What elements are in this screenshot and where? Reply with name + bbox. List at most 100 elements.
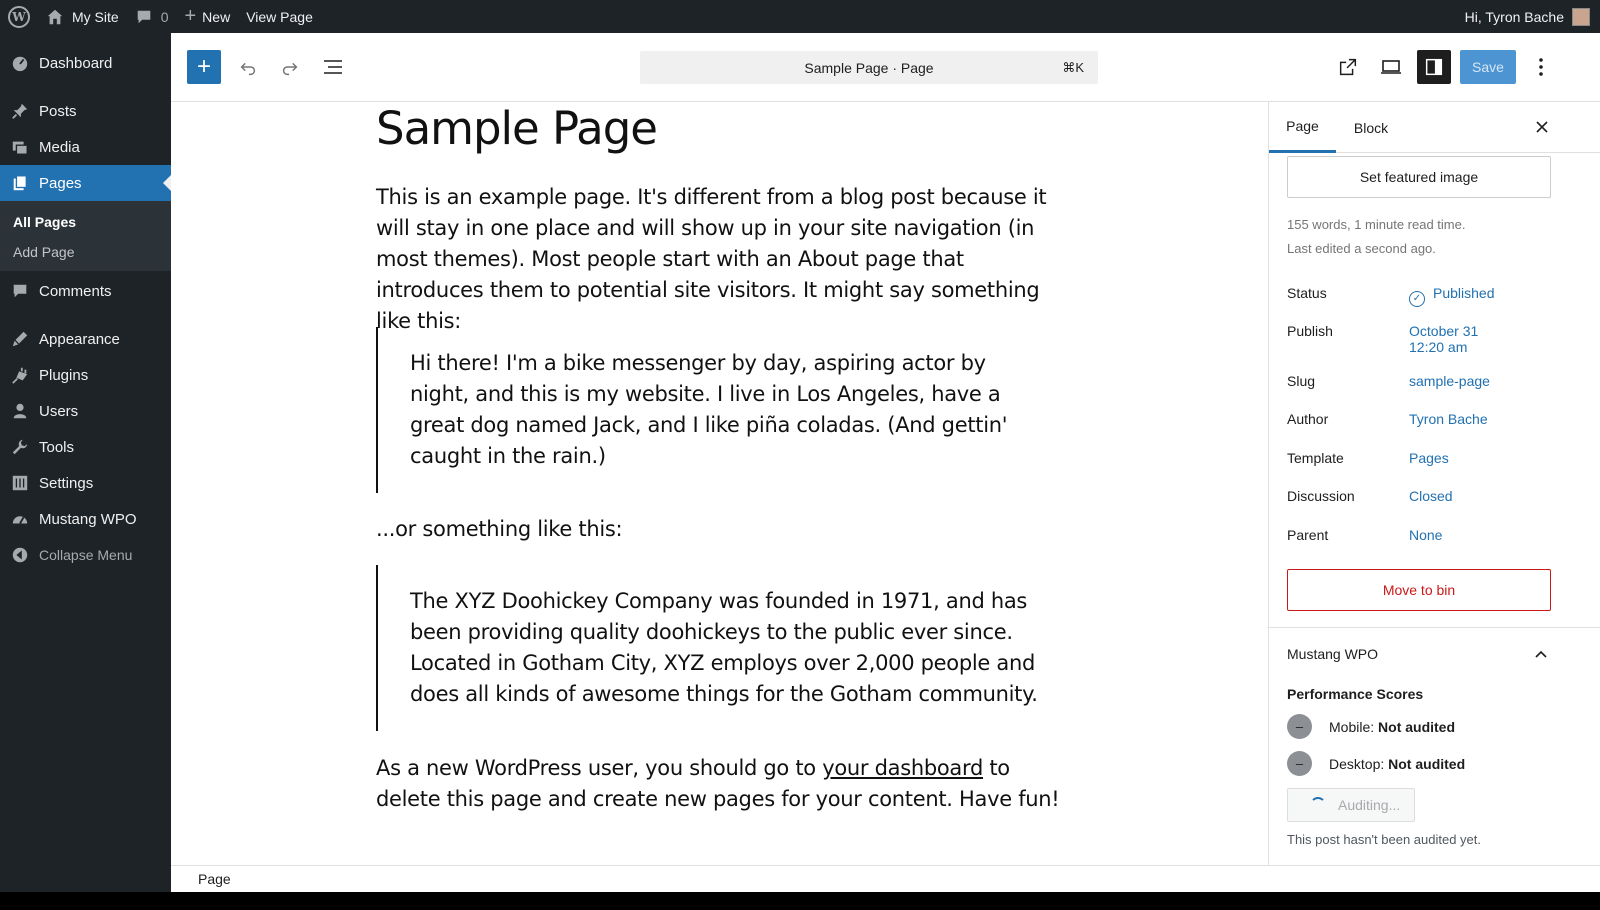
submenu-item-all-pages[interactable]: All Pages (0, 207, 171, 237)
admin-bar: W My Site 0 + New View Page Hi, Tyron Ba… (0, 0, 1600, 33)
editor-footer: Page (171, 865, 1600, 892)
sidebar-item-users[interactable]: Users (0, 393, 171, 429)
move-to-bin-button[interactable]: Move to bin (1287, 569, 1551, 611)
site-name-menu[interactable]: My Site (38, 0, 127, 33)
sidebar-item-label: Plugins (39, 366, 89, 384)
paragraph-text: As a new WordPress user, you should go t… (376, 756, 823, 780)
sidebar-item-label: Posts (39, 102, 77, 120)
sidebar-item-label: Comments (39, 282, 112, 300)
editor-header: + Sample Page · Page ⌘K Save (171, 33, 1600, 102)
greeting: Hi, Tyron Bache (1464, 8, 1564, 25)
plug-icon (10, 365, 30, 385)
slug-value[interactable]: sample-page (1409, 373, 1490, 389)
redo-button[interactable] (273, 50, 307, 84)
sidebar-item-media[interactable]: Media (0, 129, 171, 165)
set-featured-image-button[interactable]: Set featured image (1287, 156, 1551, 198)
command-palette-bar[interactable]: Sample Page · Page ⌘K (640, 51, 1098, 84)
sidebar-item-tools[interactable]: Tools (0, 429, 171, 465)
new-content-menu[interactable]: + New (176, 0, 238, 33)
paragraph-block[interactable]: As a new WordPress user, you should go t… (376, 753, 1066, 815)
undo-button[interactable] (231, 50, 265, 84)
breadcrumb[interactable]: Page (198, 871, 231, 887)
row-label: Slug (1287, 373, 1316, 389)
last-edited: Last edited a second ago. (1287, 241, 1436, 256)
template-value[interactable]: Pages (1409, 450, 1449, 466)
close-icon (1536, 121, 1548, 133)
dashboard-link[interactable]: your dashboard (822, 756, 983, 780)
settings-sidebar: Page Block Set featured image 155 words,… (1268, 102, 1600, 865)
status-text: Published (1433, 285, 1495, 301)
block-inserter-button[interactable]: + (187, 50, 221, 84)
paragraph-block[interactable]: This is an example page. It's different … (376, 182, 1066, 337)
view-page-link[interactable]: View Page (238, 0, 321, 33)
wrench-icon (10, 437, 30, 457)
row-label: Publish (1287, 323, 1333, 339)
post-title[interactable]: Sample Page (376, 102, 658, 155)
sidebar-item-posts[interactable]: Posts (0, 93, 171, 129)
home-icon (47, 9, 63, 24)
more-vertical-icon (1539, 58, 1543, 76)
sidebar-item-label: Media (39, 138, 80, 156)
device-preview-button[interactable] (1374, 50, 1408, 84)
sidebar-icon (1425, 58, 1443, 76)
publish-date-value[interactable]: October 31 12:20 am (1409, 323, 1478, 355)
comments-menu[interactable]: 0 (127, 0, 177, 33)
sidebar-item-appearance[interactable]: Appearance (0, 321, 171, 357)
status-value[interactable]: ✓ Published (1409, 285, 1495, 307)
media-icon (10, 137, 30, 157)
auditing-button[interactable]: Auditing... (1287, 788, 1415, 822)
parent-value[interactable]: None (1409, 527, 1442, 543)
sidebar-item-pages[interactable]: Pages (0, 165, 171, 201)
brush-icon (10, 329, 30, 349)
site-name: My Site (72, 8, 119, 25)
collapse-menu-button[interactable]: Collapse Menu (0, 537, 171, 573)
plus-icon: + (196, 53, 211, 80)
list-view-icon (324, 60, 342, 74)
sidebar-item-dashboard[interactable]: Dashboard (0, 45, 171, 81)
sidebar-item-settings[interactable]: Settings (0, 465, 171, 501)
quote-block[interactable]: The XYZ Doohickey Company was founded in… (376, 565, 1038, 731)
chevron-up-icon[interactable] (1529, 642, 1553, 666)
redo-icon (282, 62, 298, 76)
desktop-score-row: – Desktop: Not audited (1287, 751, 1465, 776)
sidebar-item-label: Settings (39, 474, 94, 492)
quote-text: Hi there! I'm a bike messenger by day, a… (410, 351, 1008, 468)
save-button[interactable]: Save (1460, 50, 1516, 84)
account-menu[interactable]: Hi, Tyron Bache (1457, 0, 1600, 33)
command-shortcut: ⌘K (1062, 60, 1084, 75)
undo-icon (240, 62, 256, 76)
close-settings-button[interactable] (1527, 112, 1557, 142)
author-value[interactable]: Tyron Bache (1409, 411, 1488, 427)
quote-text: The XYZ Doohickey Company was founded in… (410, 589, 1038, 706)
quote-block[interactable]: Hi there! I'm a bike messenger by day, a… (376, 327, 1036, 493)
sidebar-item-label: Mustang WPO (39, 510, 137, 528)
desktop-label: Desktop: (1329, 755, 1385, 772)
tab-block[interactable]: Block (1339, 102, 1403, 153)
discussion-value[interactable]: Closed (1409, 488, 1453, 504)
sidebar-item-mustang-wpo[interactable]: Mustang WPO (0, 501, 171, 537)
new-label: New (202, 8, 231, 25)
wpo-panel-title[interactable]: Mustang WPO (1287, 646, 1378, 662)
pin-icon (10, 101, 30, 121)
settings-icon (10, 473, 30, 493)
publish-date: October 31 (1409, 323, 1479, 339)
row-label: Author (1287, 411, 1329, 427)
paragraph-block[interactable]: ...or something like this: (376, 514, 623, 545)
score-indicator: – (1287, 751, 1312, 776)
options-menu-button[interactable] (1526, 50, 1556, 84)
submenu-item-add-page[interactable]: Add Page (0, 237, 171, 267)
wordpress-logo-icon: W (8, 5, 30, 28)
settings-sidebar-toggle[interactable] (1417, 50, 1451, 84)
row-label: Discussion (1287, 488, 1355, 504)
tab-page[interactable]: Page (1269, 102, 1336, 153)
settings-tabs: Page Block (1269, 102, 1600, 153)
wordpress-logo-menu[interactable]: W (0, 0, 38, 33)
view-page-button[interactable] (1331, 50, 1365, 84)
desktop-preview-icon (1381, 60, 1401, 74)
document-overview-button[interactable] (316, 50, 350, 84)
sidebar-item-comments[interactable]: Comments (0, 273, 171, 309)
sidebar-item-plugins[interactable]: Plugins (0, 357, 171, 393)
external-link-icon (1339, 58, 1357, 76)
check-circle-icon: ✓ (1409, 291, 1425, 307)
mobile-score: Not audited (1378, 718, 1456, 735)
